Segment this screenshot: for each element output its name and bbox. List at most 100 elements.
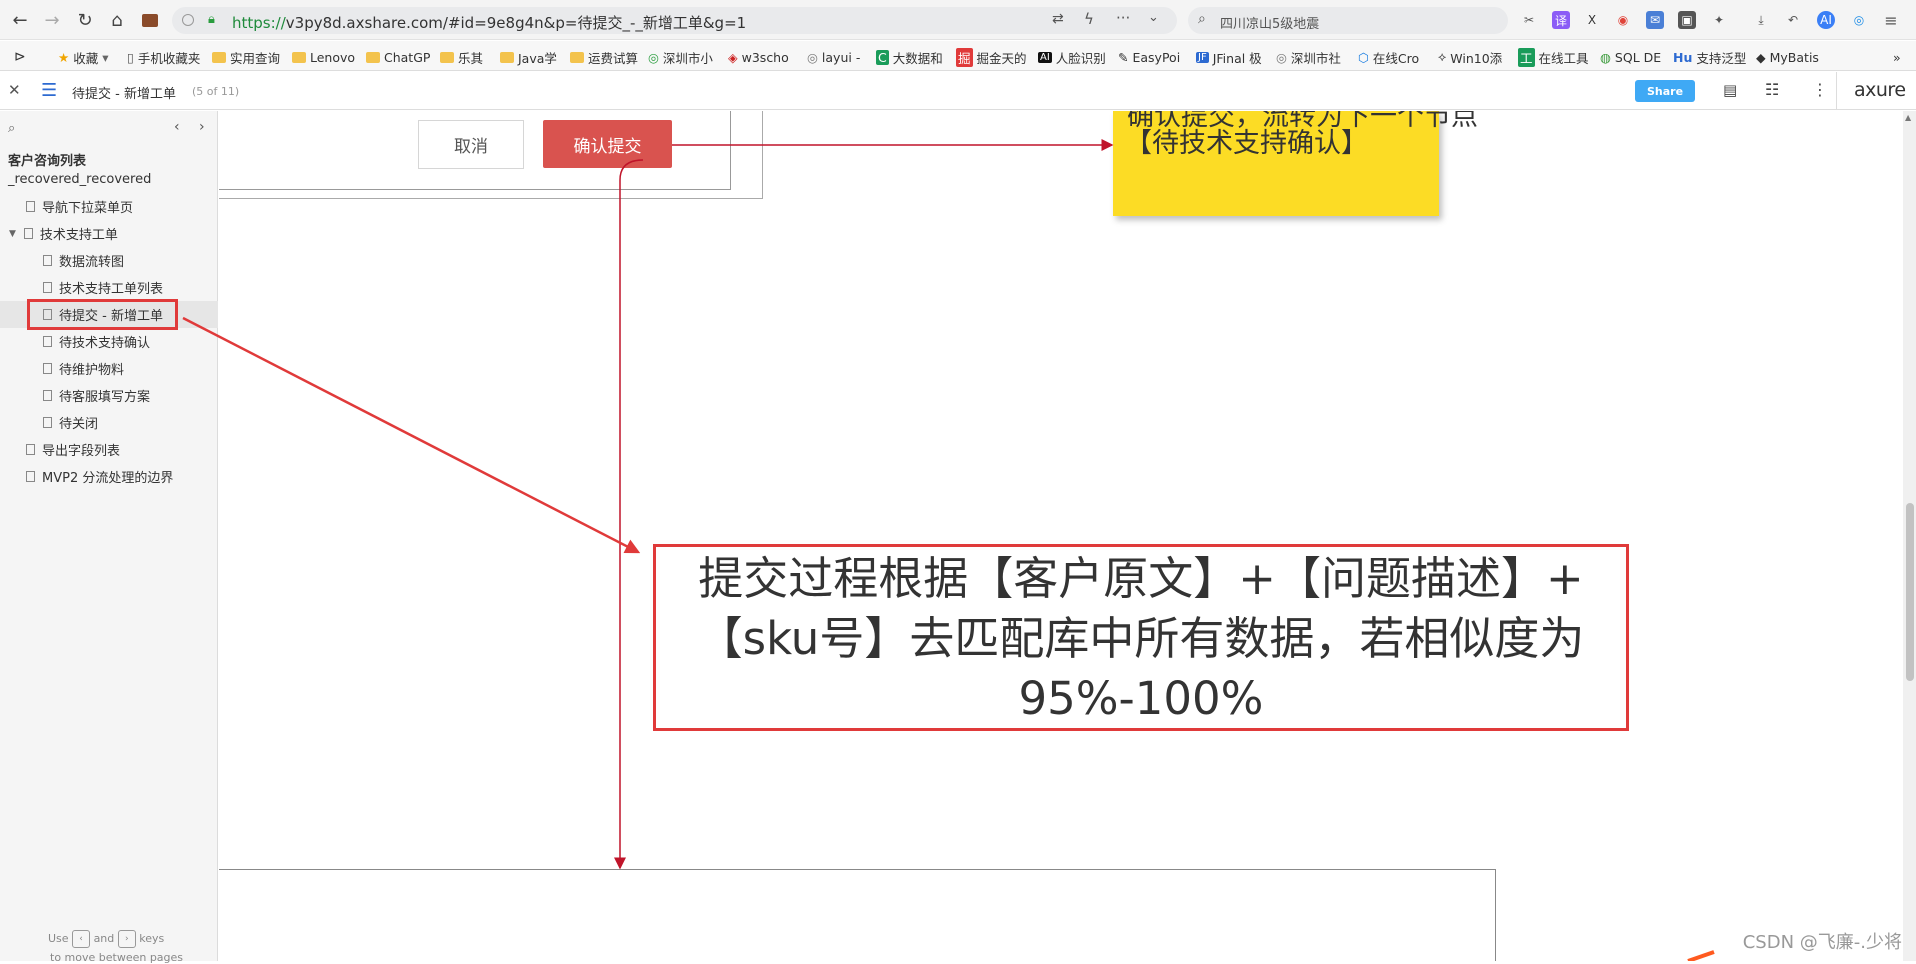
- bookmark-folder[interactable]: 运费试算: [570, 48, 638, 66]
- bookmark-item[interactable]: C 大数据和: [876, 48, 943, 66]
- mybatis-icon: ◆: [1756, 49, 1766, 65]
- folder-icon: [570, 51, 584, 63]
- bookmark-item[interactable]: Hu 支持泛型: [1673, 48, 1746, 66]
- bookmarks-overflow-icon[interactable]: »: [1893, 48, 1901, 66]
- bookmark-item[interactable]: ◍ SQL DE: [1600, 48, 1661, 66]
- sticky-note: 确认提交，流转为下一个节点 【待技术支持确认】: [1113, 111, 1478, 216]
- weibo-icon[interactable]: ◉: [1614, 11, 1632, 29]
- expand-caret-icon[interactable]: ▼: [9, 229, 16, 239]
- database-icon: ◍: [1600, 49, 1611, 65]
- home-icon[interactable]: ⌂: [105, 8, 129, 32]
- address-bar[interactable]: 🔒︎ https://v3py8d.axshare.com/#id=9e8g4n…: [172, 7, 1177, 34]
- callout-line1: 提交过程根据【客户原文】+【问题描述】+: [698, 552, 1584, 605]
- search-bar[interactable]: ⌕ 四川凉山5级地震: [1188, 7, 1508, 34]
- more-options-icon[interactable]: ⋮: [1812, 80, 1828, 99]
- sidebar-item-tech-support[interactable]: ▼ 技术支持工单: [0, 220, 218, 247]
- folder-icon: [292, 51, 306, 63]
- page-icon: [43, 417, 52, 428]
- bookmark-item[interactable]: JF JFinal 极: [1196, 48, 1262, 66]
- sidebar-item-ticket-list[interactable]: 技术支持工单列表: [0, 274, 218, 301]
- w3schools-icon: ◈: [728, 49, 738, 65]
- bookmark-item[interactable]: ⬡ 在线Cro: [1358, 48, 1419, 66]
- globe-icon: ◎: [1276, 49, 1287, 65]
- sidebar-item-label: MVP2 分流处理的边界: [42, 471, 174, 486]
- briefcase-icon[interactable]: [138, 8, 162, 32]
- bookmark-item[interactable]: ◆ MyBatis: [1756, 48, 1819, 66]
- pages-menu-icon[interactable]: ☰: [41, 80, 57, 101]
- cancel-button[interactable]: 取消: [418, 120, 524, 169]
- box-icon[interactable]: ▣: [1678, 11, 1696, 29]
- bookmark-item[interactable]: ◈ w3scho: [728, 48, 789, 66]
- sidebar-item-nav-dropdown[interactable]: 导航下拉菜单页: [0, 193, 218, 220]
- confirm-submit-button[interactable]: 确认提交: [543, 120, 672, 168]
- chevron-down-icon: ▾: [102, 49, 109, 65]
- scroll-up-icon[interactable]: ▲: [1905, 113, 1911, 122]
- bookmark-folder[interactable]: ChatGP: [366, 48, 430, 66]
- bookmark-item[interactable]: ◎ layui -: [807, 48, 860, 66]
- notes-icon[interactable]: ▤: [1723, 81, 1737, 99]
- download-icon[interactable]: ⤓: [1752, 11, 1770, 29]
- reload-icon[interactable]: ↻: [73, 8, 97, 32]
- bookmark-favorites[interactable]: ★ 收藏 ▾: [58, 48, 109, 66]
- page-title: 待提交 - 新增工单: [72, 87, 176, 102]
- sidebar-item-pending-material[interactable]: 待维护物料: [0, 355, 218, 382]
- close-icon[interactable]: ✕: [8, 81, 21, 99]
- bookmark-folder[interactable]: Lenovo: [292, 48, 355, 66]
- site-info-icon[interactable]: [182, 14, 194, 26]
- axure-toolbar: ✕ ☰ 待提交 - 新增工单 (5 of 11) Share ▤ ☷ ⋮ axu…: [0, 72, 1916, 110]
- folder-icon: [366, 51, 380, 63]
- scrollbar-thumb[interactable]: [1906, 503, 1914, 681]
- canvas-scrollbar[interactable]: ▲: [1903, 111, 1916, 961]
- menu-icon[interactable]: ≡: [1882, 11, 1900, 30]
- sidebar-toggle-icon[interactable]: ⊳: [14, 48, 26, 66]
- share-button[interactable]: Share: [1635, 80, 1695, 102]
- c-icon: C: [876, 49, 889, 65]
- bookmark-folder[interactable]: 实用查询: [212, 48, 280, 66]
- extension-purple-icon[interactable]: 译: [1552, 11, 1570, 29]
- sidebar-item-pending-close[interactable]: 待关闭: [0, 409, 218, 436]
- chevron-left-icon[interactable]: ‹: [174, 119, 180, 135]
- bookmark-item[interactable]: ◎ 深圳市社: [1276, 48, 1341, 66]
- chevron-right-icon[interactable]: ›: [199, 119, 205, 135]
- sidebar-item-mvp2[interactable]: MVP2 分流处理的边界: [0, 463, 218, 490]
- page-icon: [43, 336, 52, 347]
- bookmark-item[interactable]: ▯ 手机收藏夹: [127, 48, 200, 66]
- jf-icon: JF: [1196, 51, 1209, 63]
- sidebar-item-pending-confirm[interactable]: 待技术支持确认: [0, 328, 218, 355]
- bookmark-folder[interactable]: Java学: [500, 48, 557, 66]
- axure-logo: axure: [1854, 79, 1906, 101]
- x-icon[interactable]: X: [1583, 11, 1601, 29]
- sidebar-item-label: 导出字段列表: [42, 444, 121, 459]
- bookmark-item[interactable]: AI 人脸识别: [1038, 48, 1106, 66]
- bookmark-label: 手机收藏夹: [137, 50, 201, 66]
- puzzle-icon[interactable]: ✦: [1710, 11, 1728, 29]
- ai-icon[interactable]: AI: [1817, 11, 1835, 29]
- bookmark-item[interactable]: 掘掘金天的: [956, 47, 1027, 67]
- bookmark-item[interactable]: ◎ 深圳市小: [648, 48, 713, 66]
- url-text[interactable]: https://v3py8d.axshare.com/#id=9e8g4n&p=…: [232, 12, 746, 33]
- back-icon[interactable]: ←: [8, 8, 32, 32]
- bookmark-item[interactable]: 工在线工具: [1518, 47, 1589, 67]
- chevron-down-icon[interactable]: ⌄: [1148, 10, 1159, 25]
- comments-icon[interactable]: ☷: [1765, 80, 1779, 99]
- forward-icon[interactable]: →: [40, 8, 64, 32]
- page-icon: [43, 282, 52, 293]
- sidebar-item-label: 数据流转图: [59, 255, 125, 270]
- lightning-icon[interactable]: ϟ: [1084, 10, 1094, 28]
- bookmark-folder[interactable]: 乐其: [440, 48, 483, 66]
- bookmark-item[interactable]: ⟡ Win10添: [1438, 48, 1502, 66]
- undo-icon[interactable]: ↶: [1784, 11, 1802, 29]
- mail-icon[interactable]: ✉: [1646, 11, 1664, 29]
- search-icon[interactable]: ⌕: [8, 121, 15, 136]
- edge-icon[interactable]: ◎: [1850, 11, 1868, 29]
- sidebar-item-export-fields[interactable]: 导出字段列表: [0, 436, 218, 463]
- sidebar-item-pending-plan[interactable]: 待客服填写方案: [0, 382, 218, 409]
- bookmark-item[interactable]: ✎ EasyPoi: [1118, 48, 1180, 66]
- scissors-icon[interactable]: ✂: [1520, 11, 1538, 29]
- search-icon: ⌕: [1198, 11, 1206, 27]
- more-icon[interactable]: ···: [1116, 9, 1130, 27]
- translate-icon[interactable]: ⇄: [1052, 11, 1064, 27]
- cron-icon: ⬡: [1358, 49, 1369, 65]
- sidebar-item-dataflow[interactable]: 数据流转图: [0, 247, 218, 274]
- page-icon: [26, 444, 35, 455]
